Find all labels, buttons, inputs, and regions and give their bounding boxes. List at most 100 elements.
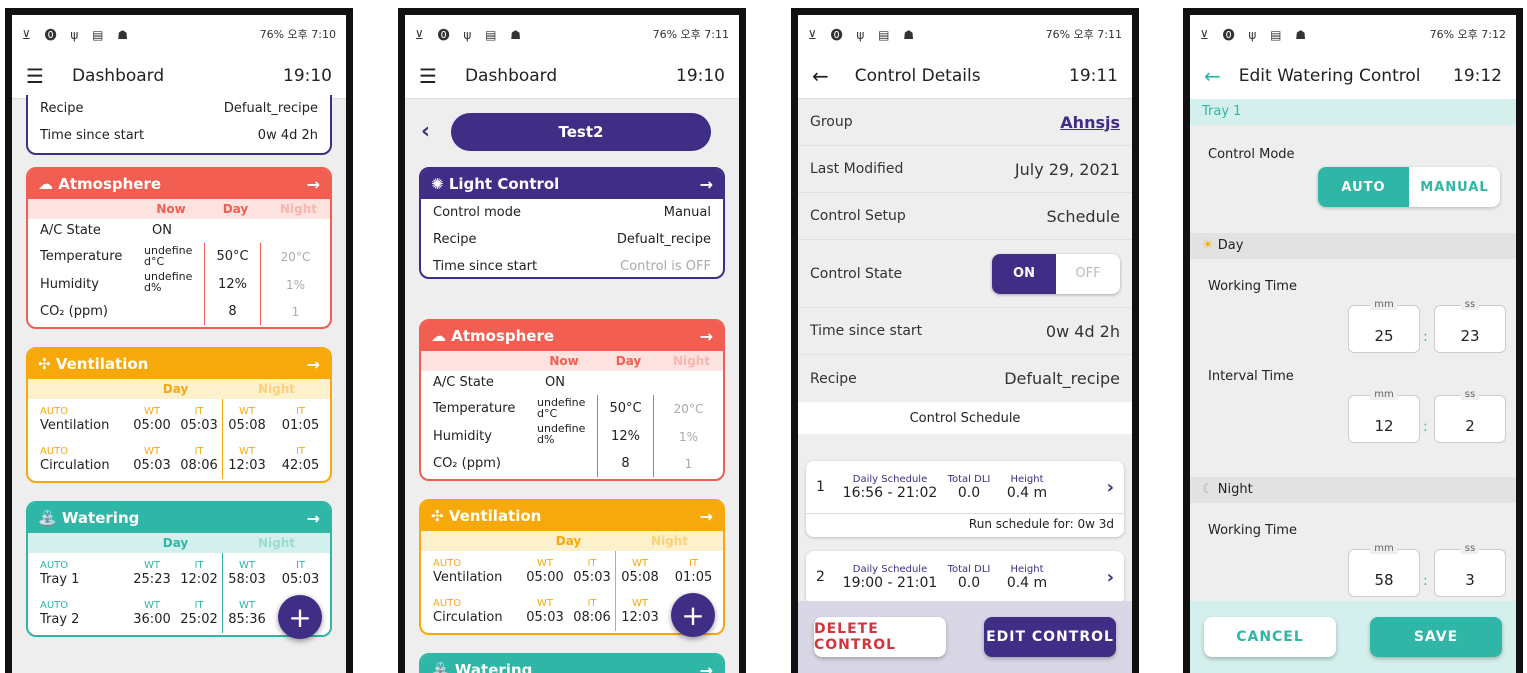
status-bar: ⊻ ⓿ ψ ▤ ☗ 76% 오후 7:11	[405, 15, 739, 53]
colon-separator: :	[1423, 329, 1428, 345]
ventilation-title: Ventilation	[55, 355, 149, 373]
app-bar: ← Edit Watering Control 19:12	[1190, 53, 1516, 99]
recipe-label: Recipe	[810, 370, 857, 387]
arrow-right-icon[interactable]: →	[700, 507, 713, 526]
temperature-day: 50°C	[597, 395, 654, 423]
schedule-number: 1	[816, 479, 825, 495]
control-state-toggle[interactable]: ON OFF	[992, 253, 1120, 294]
off-option[interactable]: OFF	[1056, 253, 1120, 294]
edit-control-button[interactable]: EDIT CONTROL	[984, 617, 1116, 657]
watering-can-icon: ⛲	[431, 661, 450, 673]
watering-card[interactable]: ⛲ Watering →	[419, 653, 725, 673]
control-state-label: Control State	[810, 265, 903, 282]
humidity-label: Humidity	[40, 277, 99, 292]
status-right: 76% 오후 7:11	[1045, 28, 1122, 41]
arrow-right-icon[interactable]: →	[307, 175, 320, 194]
colon-separator: :	[1423, 419, 1428, 435]
tray1-day-it: 12:02	[180, 572, 218, 587]
watering-title: Watering	[454, 661, 533, 673]
arrow-right-icon[interactable]: →	[307, 509, 320, 528]
light-control-header[interactable]: ✺ Light Control →	[421, 169, 723, 199]
status-right: 76% 오후 7:11	[652, 28, 729, 41]
manual-option[interactable]: MANUAL	[1409, 167, 1500, 207]
watering-header[interactable]: ⛲ Watering →	[28, 503, 330, 533]
phone-screen-4: ⊻ ⓿ ψ ▤ ☗ 76% 오후 7:12 ← Edit Watering Co…	[1183, 8, 1523, 673]
day-label: Day	[555, 534, 582, 548]
recipe-row: Recipe Defualt_recipe	[28, 95, 330, 122]
day-wt-seconds[interactable]: ss 23	[1434, 299, 1506, 353]
day-it-minutes[interactable]: mm 12	[1348, 389, 1420, 443]
light-control-card[interactable]: ✺ Light Control → Control mode Manual Rec…	[419, 167, 725, 279]
light-control-card[interactable]: Recipe Defualt_recipe Time since start 0w …	[26, 95, 332, 155]
tss-value: Control is OFF	[620, 259, 711, 274]
arrow-right-icon[interactable]: →	[307, 355, 320, 374]
night-wt-minutes[interactable]: mm 58	[1348, 543, 1420, 597]
dli-label: Total DLI	[947, 473, 991, 485]
save-button[interactable]: SAVE	[1370, 617, 1502, 657]
ventilation-header[interactable]: ✣ Ventilation →	[421, 501, 723, 531]
atmosphere-title: Atmosphere	[451, 327, 555, 345]
dli-label: Total DLI	[947, 563, 991, 575]
chevron-right-icon[interactable]: ›	[1107, 567, 1114, 588]
chevron-right-icon[interactable]: ›	[1107, 477, 1114, 498]
cloud-icon: ☁	[38, 175, 53, 193]
tray2-day-it: 25:02	[180, 612, 218, 627]
watering-header[interactable]: ⛲ Watering →	[421, 655, 723, 673]
night-wt-seconds[interactable]: ss 3	[1434, 543, 1506, 597]
tss-value: 0w 4d 2h	[1045, 321, 1120, 341]
arrow-right-icon[interactable]: →	[700, 327, 713, 346]
on-option[interactable]: ON	[992, 253, 1056, 294]
menu-icon[interactable]: ☰	[26, 64, 44, 88]
schedule-time: 19:00 - 21:01	[842, 574, 938, 591]
circulation-row-name: AUTO Circulation	[40, 446, 110, 473]
atmosphere-header[interactable]: ☁ Atmosphere →	[421, 321, 723, 351]
page-title: Edit Watering Control	[1238, 66, 1421, 86]
cancel-button[interactable]: CANCEL	[1204, 617, 1336, 657]
control-mode-value: Manual	[663, 205, 711, 220]
atmosphere-header[interactable]: ☁ Atmosphere →	[28, 169, 330, 199]
atmosphere-card[interactable]: ☁ Atmosphere → Now Day Night A/C State O…	[419, 319, 725, 481]
ventilation-card[interactable]: ✣ Ventilation → Day Night AUTO Ventilation…	[26, 347, 332, 483]
recipe-label: Recipe	[433, 232, 477, 247]
schedule-item-1[interactable]: 1 Daily Schedule 16:56 - 21:02 Total DLI 0…	[806, 461, 1124, 537]
control-setup-row: Control Setup Schedule	[798, 193, 1132, 240]
schedule-item-2[interactable]: 2 Daily Schedule 19:00 - 21:01 Total DLI 0…	[806, 551, 1124, 605]
arrow-right-icon[interactable]: →	[700, 175, 713, 194]
atmosphere-subheader: Now Day Night	[28, 199, 330, 219]
arrow-right-icon[interactable]: →	[700, 661, 713, 673]
humidity-night: 1%	[678, 430, 699, 444]
back-chevron-icon[interactable]: ‹	[421, 119, 430, 144]
circ-day-wt: 05:03	[133, 458, 171, 473]
status-right: 76% 오후 7:10	[259, 28, 336, 41]
status-icons: ⊻ ⓿ ψ ▤ ☗	[22, 27, 134, 42]
day-wt-minutes[interactable]: mm 25	[1348, 299, 1420, 353]
night-label: Night	[257, 536, 296, 550]
back-arrow-icon[interactable]: ←	[1204, 64, 1221, 88]
ventilation-header[interactable]: ✣ Ventilation →	[28, 349, 330, 379]
circ-day-wt: 05:03	[526, 610, 564, 625]
atmosphere-card[interactable]: ☁ Atmosphere → Now Day Night A/C State O…	[26, 167, 332, 329]
tray2-day-wt: 36:00	[133, 612, 171, 627]
vent-day-wt: 05:00	[133, 418, 171, 433]
last-modified-row: Last Modified July 29, 2021	[798, 146, 1132, 193]
delete-control-button[interactable]: DELETE CONTROL	[814, 617, 946, 657]
control-setup-value: Schedule	[1046, 206, 1120, 226]
dli-value: 0.0	[957, 484, 981, 501]
control-mode-toggle[interactable]: AUTO MANUAL	[1318, 167, 1500, 207]
day-it-seconds[interactable]: ss 2	[1434, 389, 1506, 443]
add-button[interactable]: +	[671, 593, 715, 637]
fan-icon: ✣	[38, 355, 51, 373]
recipe-value: Defualt_recipe	[1004, 369, 1120, 388]
height-label: Height	[1010, 563, 1044, 575]
night-label: Night	[257, 382, 296, 396]
group-link[interactable]: Ahnsjs	[1060, 113, 1120, 132]
circ-day-it: 08:06	[180, 458, 218, 473]
menu-icon[interactable]: ☰	[419, 64, 437, 88]
group-selector[interactable]: Test2	[451, 113, 711, 151]
auto-option[interactable]: AUTO	[1318, 167, 1409, 207]
back-arrow-icon[interactable]: ←	[812, 64, 829, 88]
colon-separator: :	[1423, 573, 1428, 589]
add-button[interactable]: +	[278, 595, 322, 639]
night-working-time-label: Working Time	[1208, 523, 1297, 538]
night-label: Night	[650, 534, 689, 548]
